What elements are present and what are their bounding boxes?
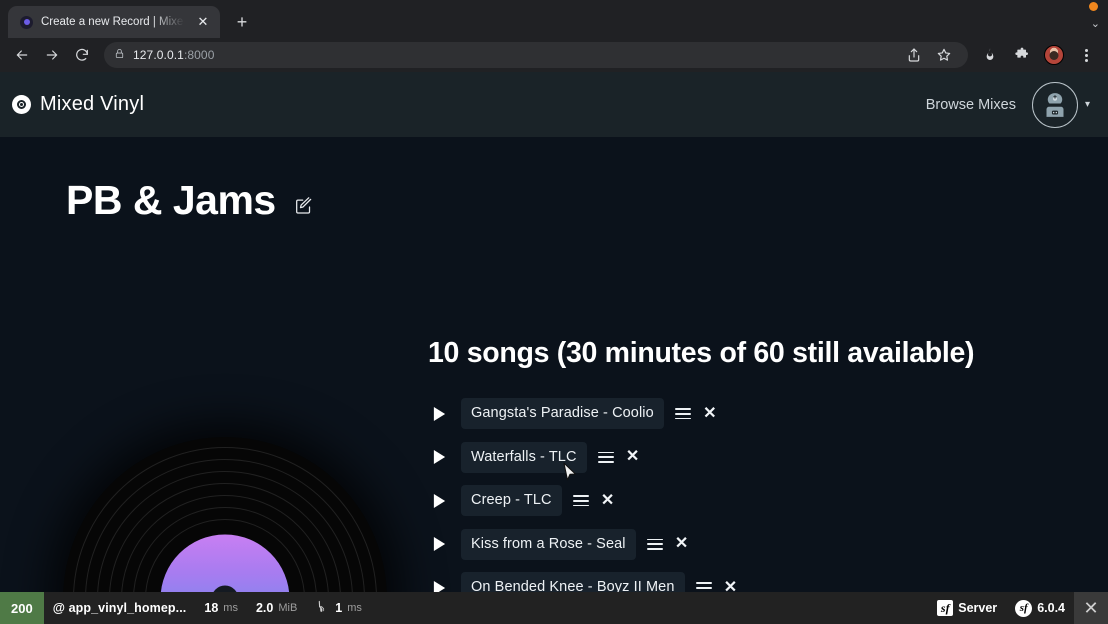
browser-window: Create a new Record | Mixed Vi ✕ + ⌄ 127…: [0, 0, 1108, 624]
mix-title-row: PB & Jams: [0, 137, 1108, 224]
page-title: PB & Jams: [66, 177, 276, 223]
close-icon[interactable]: ✕: [194, 13, 212, 31]
chevron-down-icon[interactable]: ⌄: [1091, 17, 1100, 30]
drag-handle-icon[interactable]: [572, 495, 589, 507]
page-viewport: Mixed Vinyl Browse Mixes ▾ PB & Jams 10 …: [0, 72, 1108, 624]
tab-title: Create a new Record | Mixed Vi: [41, 16, 186, 28]
drag-handle-icon[interactable]: [597, 451, 614, 463]
debug-right-group: sf Server sf 6.0.4 ✕: [928, 592, 1108, 624]
symfony-icon: sf: [937, 600, 954, 616]
memory-unit: MiB: [278, 602, 298, 614]
songs-panel: 10 songs (30 minutes of 60 still availab…: [428, 337, 1108, 624]
update-dot-icon: [1089, 2, 1098, 11]
version-item[interactable]: sf 6.0.4: [1006, 592, 1074, 624]
memory-value: 2.0: [255, 601, 274, 615]
remove-song-icon[interactable]: ✕: [600, 492, 616, 509]
drag-handle-icon[interactable]: [646, 538, 663, 550]
extensions-puzzle-icon[interactable]: [1008, 41, 1036, 69]
brand-label: Mixed Vinyl: [40, 93, 145, 115]
forward-button[interactable]: [38, 41, 66, 69]
database-value: 1: [335, 601, 343, 615]
song-row: Waterfalls - TLC ✕: [428, 436, 1108, 480]
song-title[interactable]: Gangsta's Paradise - Coolio: [461, 398, 664, 430]
profile-avatar[interactable]: [1040, 41, 1068, 69]
song-row: Kiss from a Rose - Seal ✕: [428, 523, 1108, 567]
memory-item[interactable]: 2.0 MiB: [247, 592, 306, 624]
edit-pencil-icon[interactable]: [294, 197, 313, 216]
play-icon[interactable]: [428, 533, 450, 555]
header-actions: Browse Mixes ▾: [926, 81, 1090, 128]
site-header: Mixed Vinyl Browse Mixes ▾: [0, 72, 1108, 137]
route-label: @ app_vinyl_homep...: [52, 601, 187, 615]
vinyl-record-icon: [12, 95, 31, 114]
database-item[interactable]: 1 ms: [306, 592, 371, 624]
server-label: Server: [958, 601, 998, 615]
browser-toolbar: 127.0.0.1:8000: [0, 38, 1108, 72]
reload-button[interactable]: [68, 41, 96, 69]
brand-logo[interactable]: Mixed Vinyl: [12, 93, 144, 116]
flame-icon[interactable]: [976, 41, 1004, 69]
database-unit: ms: [347, 602, 362, 614]
page-body: PB & Jams 10 songs (30 minutes of 60 sti…: [0, 137, 1108, 624]
url-host: 127.0.0.1: [133, 48, 184, 62]
status-badge[interactable]: 200: [0, 592, 44, 624]
tab-strip: Create a new Record | Mixed Vi ✕ + ⌄: [0, 0, 1108, 38]
browser-tab[interactable]: Create a new Record | Mixed Vi ✕: [8, 6, 220, 38]
close-icon[interactable]: ✕: [1074, 592, 1108, 624]
song-title[interactable]: Creep - TLC: [461, 485, 562, 517]
song-title[interactable]: Waterfalls - TLC: [461, 441, 587, 473]
play-icon[interactable]: [428, 490, 450, 512]
symfony-circle-icon: sf: [1015, 599, 1033, 617]
extension-icons: [976, 41, 1100, 69]
songs-heading: 10 songs (30 minutes of 60 still availab…: [428, 337, 975, 369]
duration-unit: ms: [223, 602, 238, 614]
duration-item[interactable]: 18 ms: [195, 592, 247, 624]
song-row: Creep - TLC ✕: [428, 479, 1108, 523]
song-list: Gangsta's Paradise - Coolio ✕ Waterfalls -…: [428, 392, 1108, 624]
remove-song-icon[interactable]: ✕: [702, 405, 718, 422]
nav-browse-mixes[interactable]: Browse Mixes: [926, 97, 1016, 113]
song-title[interactable]: Kiss from a Rose - Seal: [461, 528, 636, 560]
symfony-debug-toolbar: 200 @ app_vinyl_homep... 18 ms 2.0 MiB 1: [0, 592, 1108, 624]
url-text: 127.0.0.1:8000: [133, 48, 214, 62]
url-port: :8000: [183, 48, 215, 62]
new-tab-button[interactable]: +: [228, 8, 256, 36]
database-icon: [315, 599, 330, 617]
share-icon[interactable]: [900, 41, 928, 69]
remove-song-icon[interactable]: ✕: [625, 449, 641, 465]
bookmark-star-icon[interactable]: [930, 41, 958, 69]
server-item[interactable]: sf Server: [928, 592, 1006, 624]
chevron-down-icon[interactable]: ▾: [1085, 99, 1090, 110]
avatar: [1031, 81, 1078, 128]
version-label: 6.0.4: [1037, 601, 1065, 615]
address-bar[interactable]: 127.0.0.1:8000: [104, 42, 968, 68]
play-icon[interactable]: [428, 403, 450, 425]
window-controls: ⌄: [1089, 0, 1100, 38]
lock-icon: [114, 46, 125, 64]
route-item[interactable]: @ app_vinyl_homep...: [44, 592, 196, 624]
account-menu[interactable]: ▾: [1031, 81, 1090, 128]
song-row: Gangsta's Paradise - Coolio ✕: [428, 392, 1108, 436]
omnibox-actions: [900, 41, 958, 69]
browser-menu-icon[interactable]: [1072, 41, 1100, 69]
remove-song-icon[interactable]: ✕: [674, 536, 690, 552]
drag-handle-icon[interactable]: [674, 408, 691, 420]
duration-value: 18: [204, 601, 219, 615]
back-button[interactable]: [8, 41, 36, 69]
play-icon[interactable]: [428, 446, 450, 468]
vinyl-favicon: [20, 15, 33, 29]
